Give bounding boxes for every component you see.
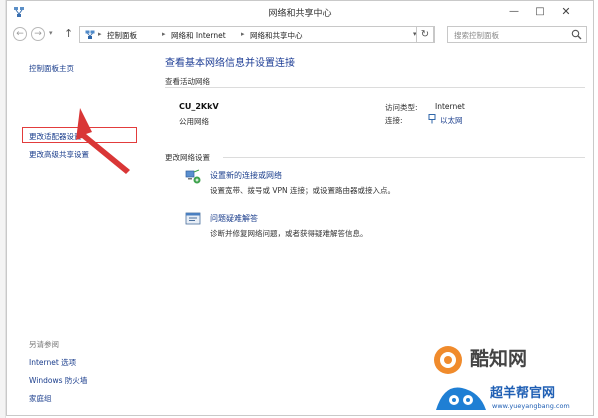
watermark-subtitle: 超羊帮官网 [490, 386, 556, 401]
watermark-title: 酷知网 [470, 348, 528, 370]
watermark-url: www.yueyangbang.com [492, 402, 570, 410]
watermark-logo-icon [434, 346, 462, 374]
watermark-sheep-logo-icon [436, 387, 486, 410]
watermark: 酷知网 超羊帮官网 www.yueyangbang.com [432, 340, 598, 418]
